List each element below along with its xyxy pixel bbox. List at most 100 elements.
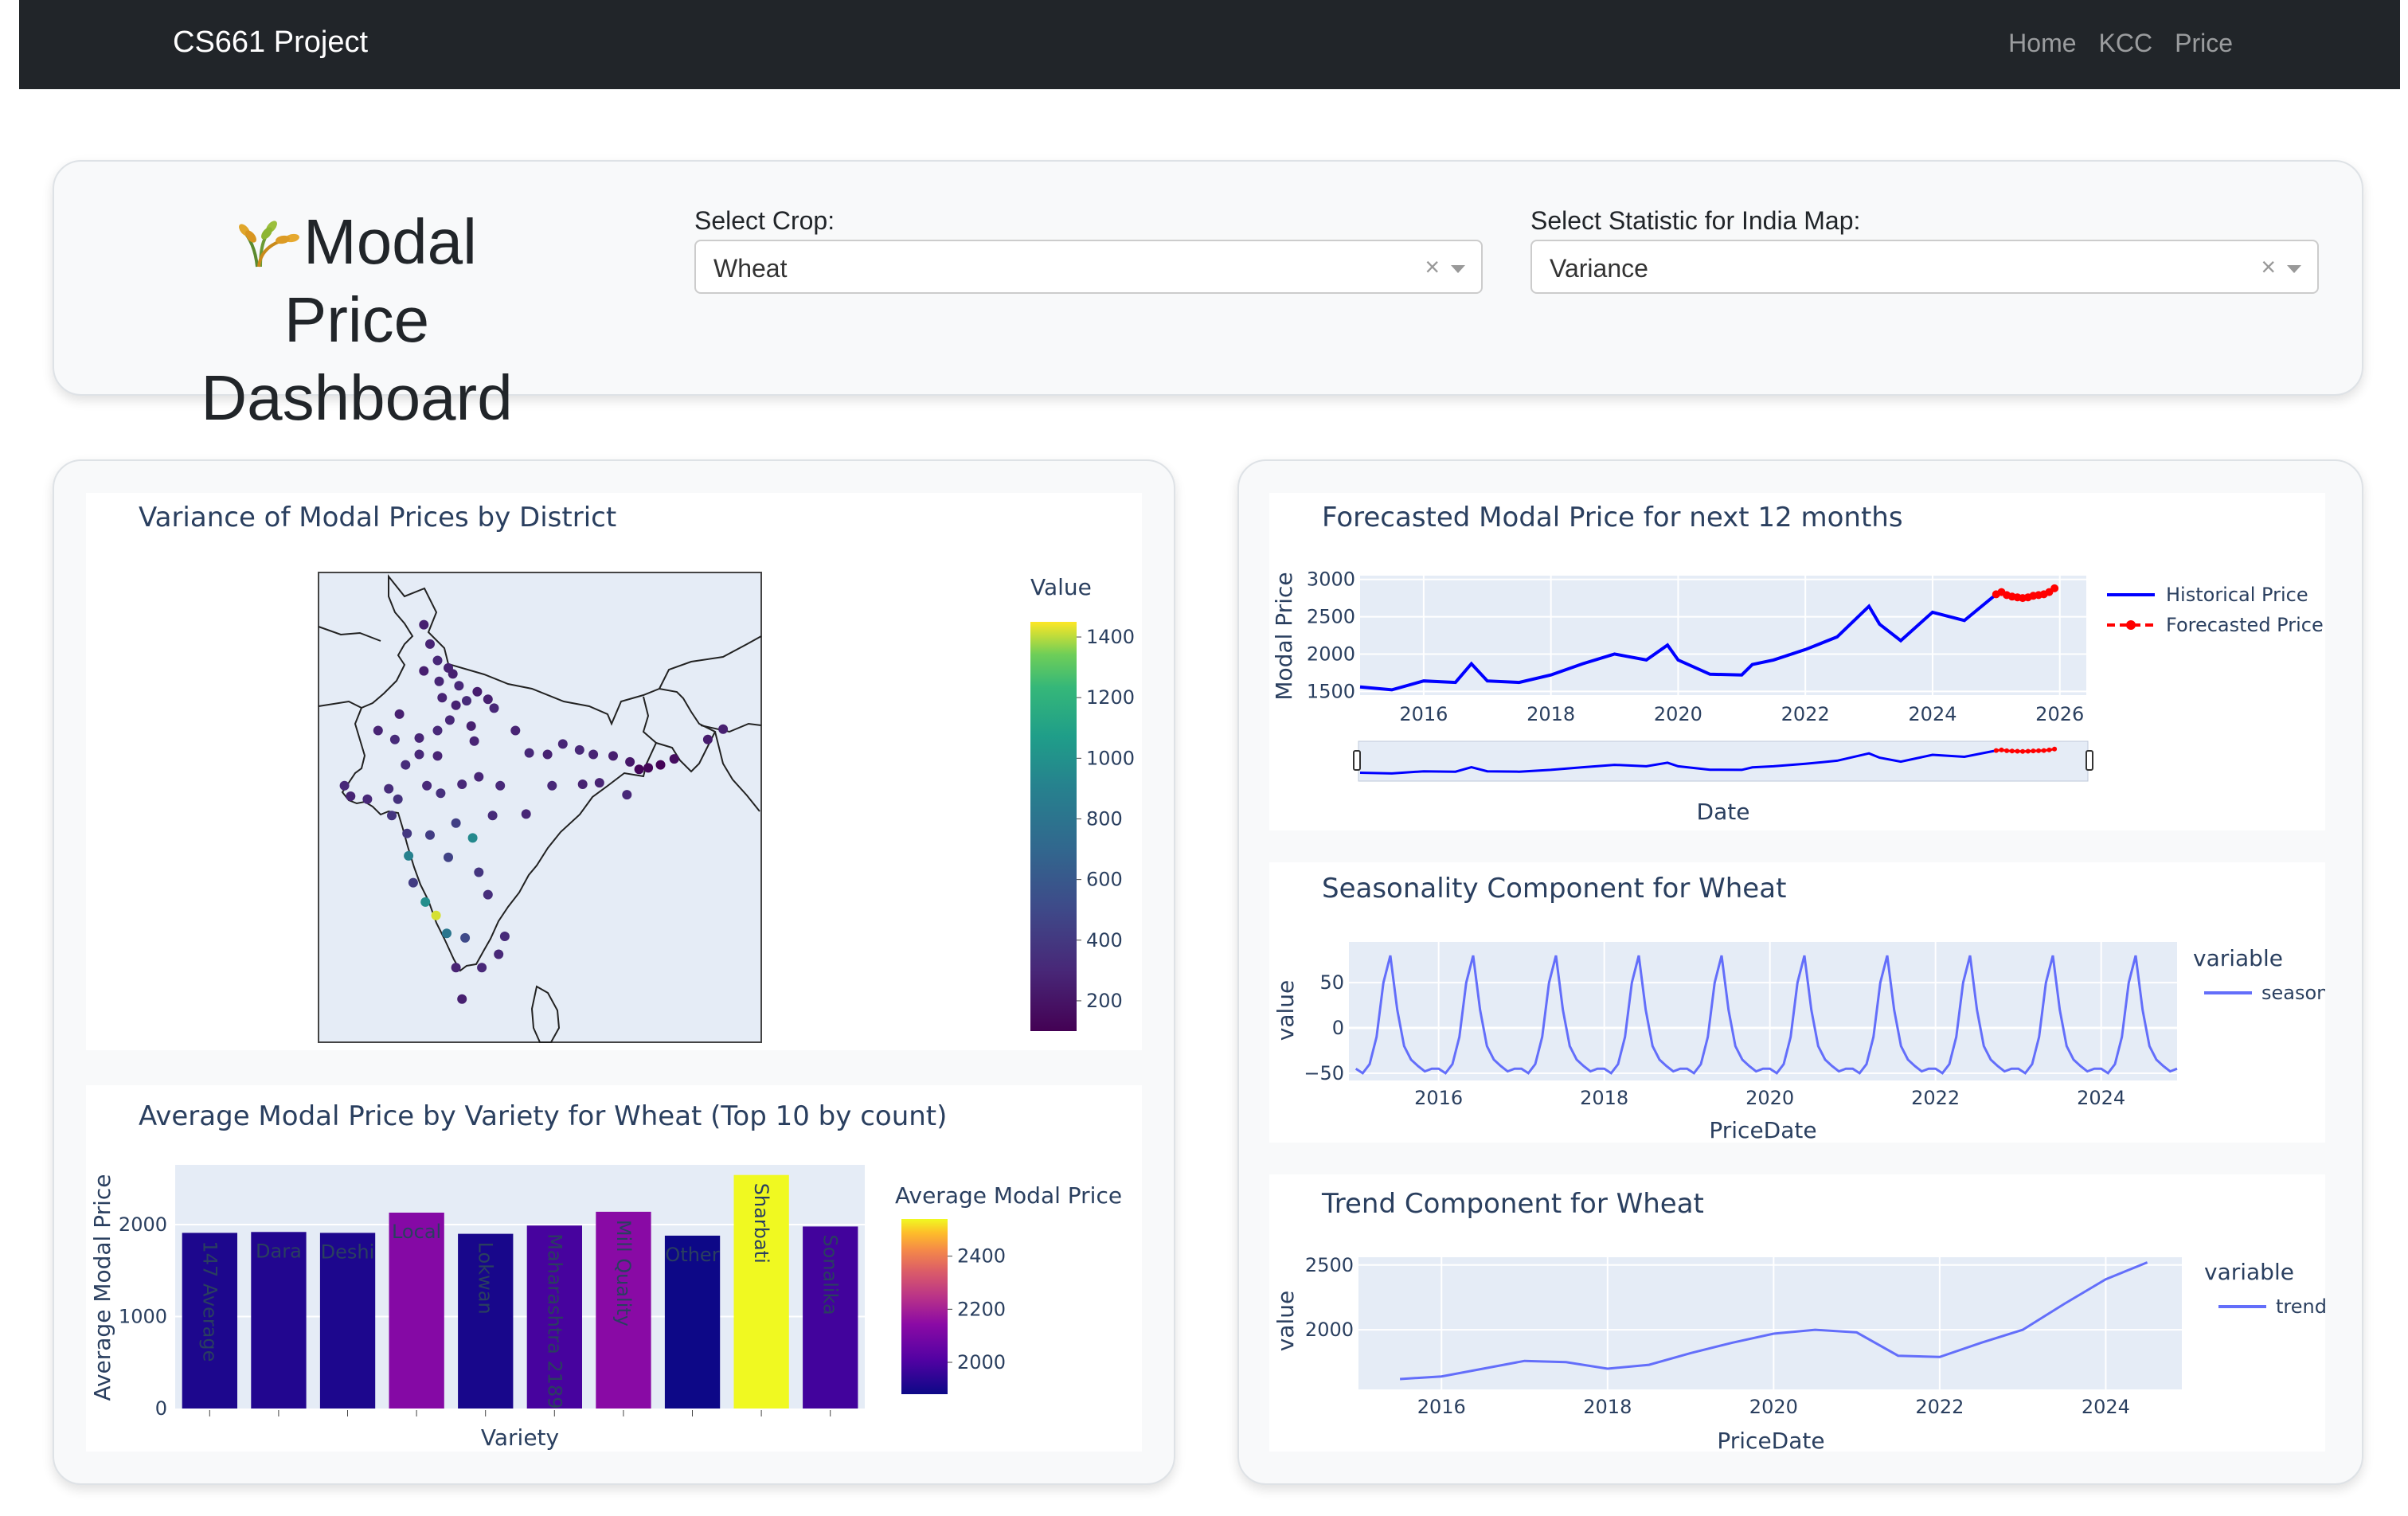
stat-chevron-down-icon[interactable] [2287,265,2301,273]
variety-bar-label: Dara [256,1240,302,1262]
forecast-mini-point [2052,746,2058,752]
forecast-mini-point [2036,748,2042,753]
variety-bar-label: Deshi [321,1241,375,1263]
seasonal-legend-label[interactable]: seasonal [2261,982,2325,1004]
forecast-y-tick-label: 2500 [1307,606,1355,628]
nav-link-price[interactable]: Price [2175,29,2233,58]
range-slider-left-handle[interactable] [1353,750,1361,771]
seasonal-chart-title: Seasonality Component for Wheat [1322,873,1786,905]
forecast-mini-point [2020,748,2026,754]
map-chart-title: Variance of Modal Prices by District [139,502,616,533]
crop-clear-icon[interactable]: × [1425,252,1440,282]
legend-forecast-label[interactable]: Forecasted Price [2166,614,2324,636]
trend-x-tick-label: 2016 [1417,1396,1466,1418]
map-colorbar-tick-label: 200 [1086,990,1123,1012]
map-point [524,748,534,758]
range-slider-right-handle[interactable] [2086,750,2093,771]
map-point [474,772,484,782]
map-point [431,910,441,920]
map-point [521,809,531,819]
forecast-plot-area [1360,576,2086,695]
crop-dropdown[interactable]: Wheat × [694,240,1483,294]
map-colorbar-tick-label: 1000 [1086,747,1135,769]
trend-legend-label[interactable]: trend [2276,1295,2325,1318]
map-point [594,778,604,788]
trend-legend-title: variable [2204,1259,2294,1285]
trend-x-tick-label: 2018 [1583,1396,1632,1418]
forecast-x-tick-label: 2016 [1399,703,1448,725]
map-point [444,852,453,862]
legend-forecast-marker [2126,620,2136,630]
seasonal-y-tick-label: 0 [1332,1017,1344,1039]
seasonal-x-axis-title: PriceDate [1709,1117,1816,1143]
navbar-brand[interactable]: CS661 Project [173,25,368,60]
stat-clear-icon[interactable]: × [2261,252,2276,282]
trend-y-tick-label: 2000 [1305,1319,1354,1341]
variety-colorbar-tick-label: 2200 [957,1298,1006,1320]
wheat-icon [239,221,299,268]
map-chart[interactable]: Variance of Modal Prices by District Val… [86,493,1142,1050]
map-point [588,749,599,760]
variety-bar-label: Mill Quality [612,1220,635,1326]
map-point [436,788,446,799]
map-point [462,696,471,706]
map-point [419,619,429,630]
map-point [472,686,483,697]
seasonal-y-tick-label: 50 [1319,971,1344,994]
map-colorbar-tick-label: 400 [1086,929,1123,951]
map-point [432,655,443,666]
variety-colorbar [901,1219,948,1394]
seasonal-x-tick-label: 2018 [1580,1087,1628,1109]
map-point [510,725,521,736]
forecast-range-slider[interactable] [1358,740,2089,782]
map-point [432,751,443,761]
variety-bar-chart[interactable]: Average Modal Price by Variety for Wheat… [86,1085,1142,1452]
crop-chevron-down-icon[interactable] [1451,265,1465,273]
forecast-mini-point [2041,748,2046,753]
map-point [457,779,467,789]
map-point [448,669,458,679]
map-point [499,932,510,941]
variety-chart-title: Average Modal Price by Variety for Wheat… [139,1100,947,1132]
map-point [408,877,418,888]
map-point [419,666,429,676]
variety-x-axis-title: Variety [481,1424,559,1451]
map-point [495,780,506,791]
variety-bar-svg: Average Modal Price by Variety for Wheat… [89,1100,1122,1451]
forecast-mini-point [1993,748,1999,753]
variety-bar-label: Sonalika [819,1234,842,1315]
map-point [425,639,435,649]
crop-dropdown-value: Wheat [713,254,788,283]
map-point [487,811,498,821]
forecast-x-tick-label: 2020 [1654,703,1702,725]
forecast-y-axis-title: Modal Price [1271,572,1297,700]
nav-link-home[interactable]: Home [2008,29,2076,58]
trend-chart[interactable]: Trend Component for Wheat 2016 2018 2020 20… [1269,1174,2325,1452]
map-point [718,724,729,734]
map-point [489,703,499,713]
map-colorbar-title: Value [1030,574,1092,600]
legend-historical-label[interactable]: Historical Price [2166,584,2308,606]
forecast-mini-point [2015,748,2020,754]
top-navbar: CS661 Project Home KCC Price [19,0,2400,89]
left-charts-card: Variance of Modal Prices by District Val… [53,459,1175,1485]
variety-bar-label: Other [665,1244,719,1266]
map-point [420,897,431,907]
trend-y-tick-label: 2500 [1305,1254,1354,1276]
forecast-y-tick-label: 1500 [1307,680,1355,702]
stat-dropdown[interactable]: Variance × [1530,240,2319,294]
forecast-x-tick-label: 2026 [2035,703,2084,725]
map-point [346,791,356,801]
nav-link-kcc[interactable]: KCC [2099,29,2153,58]
forecast-chart[interactable]: Forecasted Modal Price for next 12 month… [1269,493,2325,830]
map-point [394,709,405,719]
map-point [477,963,487,973]
seasonal-chart[interactable]: Seasonality Component for Wheat 2016 2018… [1269,862,2325,1143]
seasonal-x-tick-label: 2016 [1414,1087,1463,1109]
map-point [444,715,455,725]
variety-bar-label: Sharbati [750,1183,772,1264]
map-colorbar-tick-label: 800 [1086,807,1123,830]
map-point [434,676,444,686]
variety-bar-label: Local [392,1221,441,1243]
variety-bar-label: Lokwan [475,1242,497,1315]
